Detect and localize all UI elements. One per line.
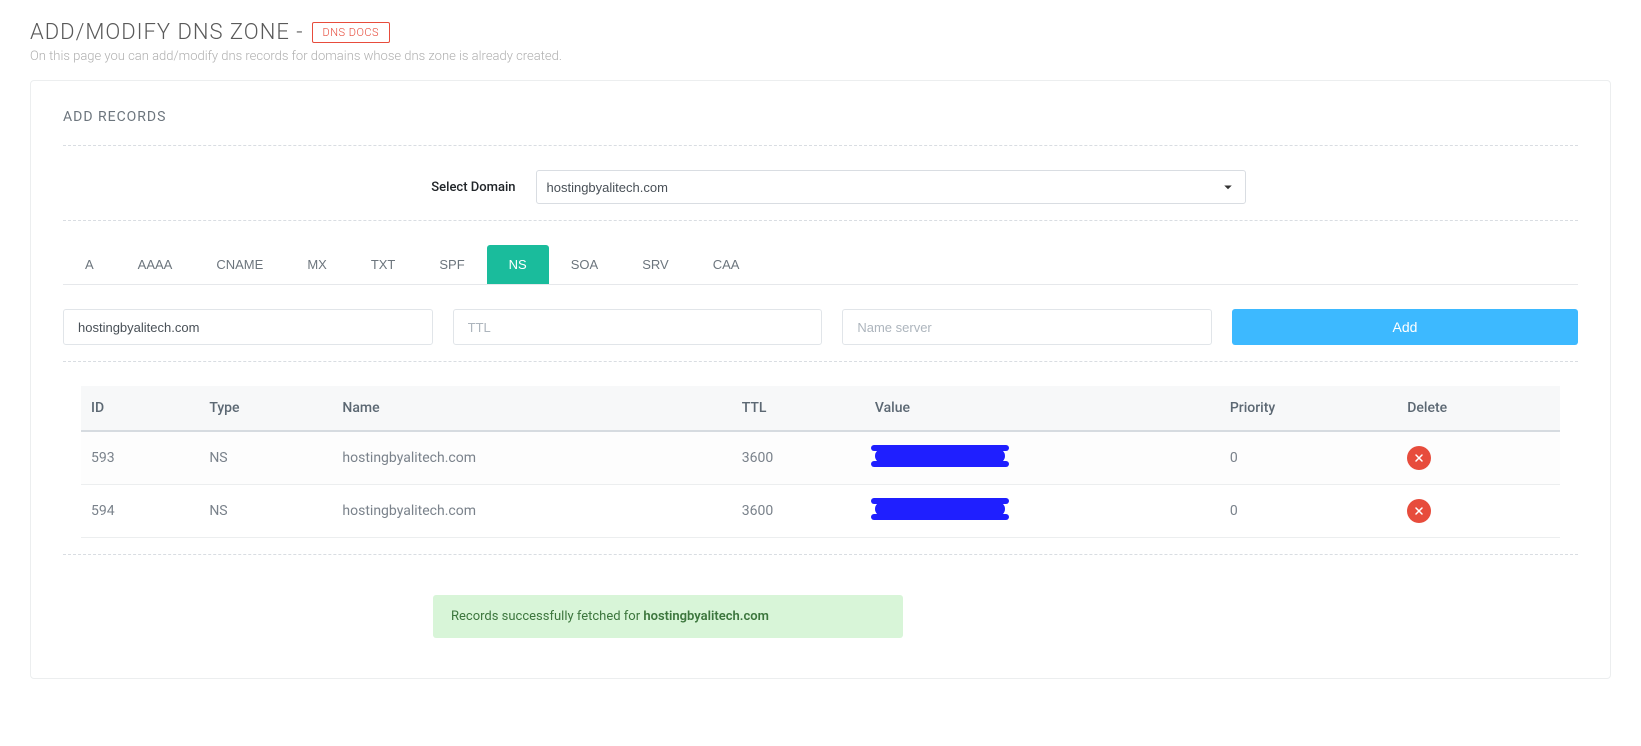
- th-name: Name: [332, 386, 731, 431]
- cell-priority: 0: [1220, 431, 1397, 485]
- tab-spf[interactable]: SPF: [417, 245, 486, 284]
- alert-prefix: Records successfully fetched for: [451, 609, 643, 624]
- divider: [63, 220, 1578, 221]
- host-input[interactable]: [63, 309, 433, 345]
- cell-value: [865, 485, 1220, 538]
- divider: [63, 554, 1578, 555]
- delete-button[interactable]: [1407, 446, 1431, 470]
- cell-name: hostingbyalitech.com: [332, 431, 731, 485]
- tab-mx[interactable]: MX: [285, 245, 349, 284]
- domain-select[interactable]: hostingbyalitech.com: [536, 170, 1246, 204]
- page-subtitle: On this page you can add/modify dns reco…: [30, 49, 1611, 64]
- divider: [63, 145, 1578, 146]
- alert-domain: hostingbyalitech.com: [643, 609, 769, 624]
- page-title: ADD/MODIFY DNS ZONE - DNS DOCS: [30, 20, 390, 45]
- domain-row: Select Domain hostingbyalitech.com: [63, 170, 1578, 204]
- th-id: ID: [81, 386, 199, 431]
- close-icon: [1413, 452, 1425, 464]
- add-button[interactable]: Add: [1232, 309, 1578, 345]
- tab-a[interactable]: A: [63, 245, 116, 284]
- cell-priority: 0: [1220, 485, 1397, 538]
- delete-button[interactable]: [1407, 499, 1431, 523]
- ttl-input[interactable]: [453, 309, 823, 345]
- section-title: ADD RECORDS: [63, 109, 1578, 125]
- tab-soa[interactable]: SOA: [549, 245, 620, 284]
- th-delete: Delete: [1397, 386, 1560, 431]
- divider: [63, 361, 1578, 362]
- cell-type: NS: [199, 485, 332, 538]
- cell-ttl: 3600: [732, 431, 865, 485]
- records-table-wrap: ID Type Name TTL Value Priority Delete 5…: [63, 386, 1578, 538]
- cell-ttl: 3600: [732, 485, 865, 538]
- tab-aaaa[interactable]: AAAA: [116, 245, 195, 284]
- cell-type: NS: [199, 431, 332, 485]
- cell-id: 594: [81, 485, 199, 538]
- redacted-value: [875, 449, 1005, 463]
- th-type: Type: [199, 386, 332, 431]
- record-type-tabs: AAAAACNAMEMXTXTSPFNSSOASRVCAA: [63, 245, 1578, 285]
- success-alert: Records successfully fetched for hosting…: [433, 595, 903, 638]
- records-table: ID Type Name TTL Value Priority Delete 5…: [81, 386, 1560, 538]
- cell-name: hostingbyalitech.com: [332, 485, 731, 538]
- record-input-row: Add: [63, 309, 1578, 345]
- tab-cname[interactable]: CNAME: [194, 245, 285, 284]
- page-header: ADD/MODIFY DNS ZONE - DNS DOCS On this p…: [30, 20, 1611, 64]
- tab-caa[interactable]: CAA: [691, 245, 762, 284]
- th-ttl: TTL: [732, 386, 865, 431]
- tab-ns[interactable]: NS: [487, 245, 549, 284]
- close-icon: [1413, 505, 1425, 517]
- page-title-text: ADD/MODIFY DNS ZONE -: [30, 20, 304, 45]
- table-row: 593NShostingbyalitech.com3600 0: [81, 431, 1560, 485]
- cell-value: [865, 431, 1220, 485]
- th-value: Value: [865, 386, 1220, 431]
- tab-srv[interactable]: SRV: [620, 245, 691, 284]
- table-row: 594NShostingbyalitech.com3600 0: [81, 485, 1560, 538]
- dns-docs-link[interactable]: DNS DOCS: [312, 22, 391, 43]
- domain-label: Select Domain: [396, 180, 536, 195]
- nameserver-input[interactable]: [842, 309, 1212, 345]
- cell-delete: [1397, 485, 1560, 538]
- th-priority: Priority: [1220, 386, 1397, 431]
- tab-txt[interactable]: TXT: [349, 245, 418, 284]
- add-records-card: ADD RECORDS Select Domain hostingbyalite…: [30, 80, 1611, 679]
- cell-id: 593: [81, 431, 199, 485]
- cell-delete: [1397, 431, 1560, 485]
- redacted-value: [875, 502, 1005, 516]
